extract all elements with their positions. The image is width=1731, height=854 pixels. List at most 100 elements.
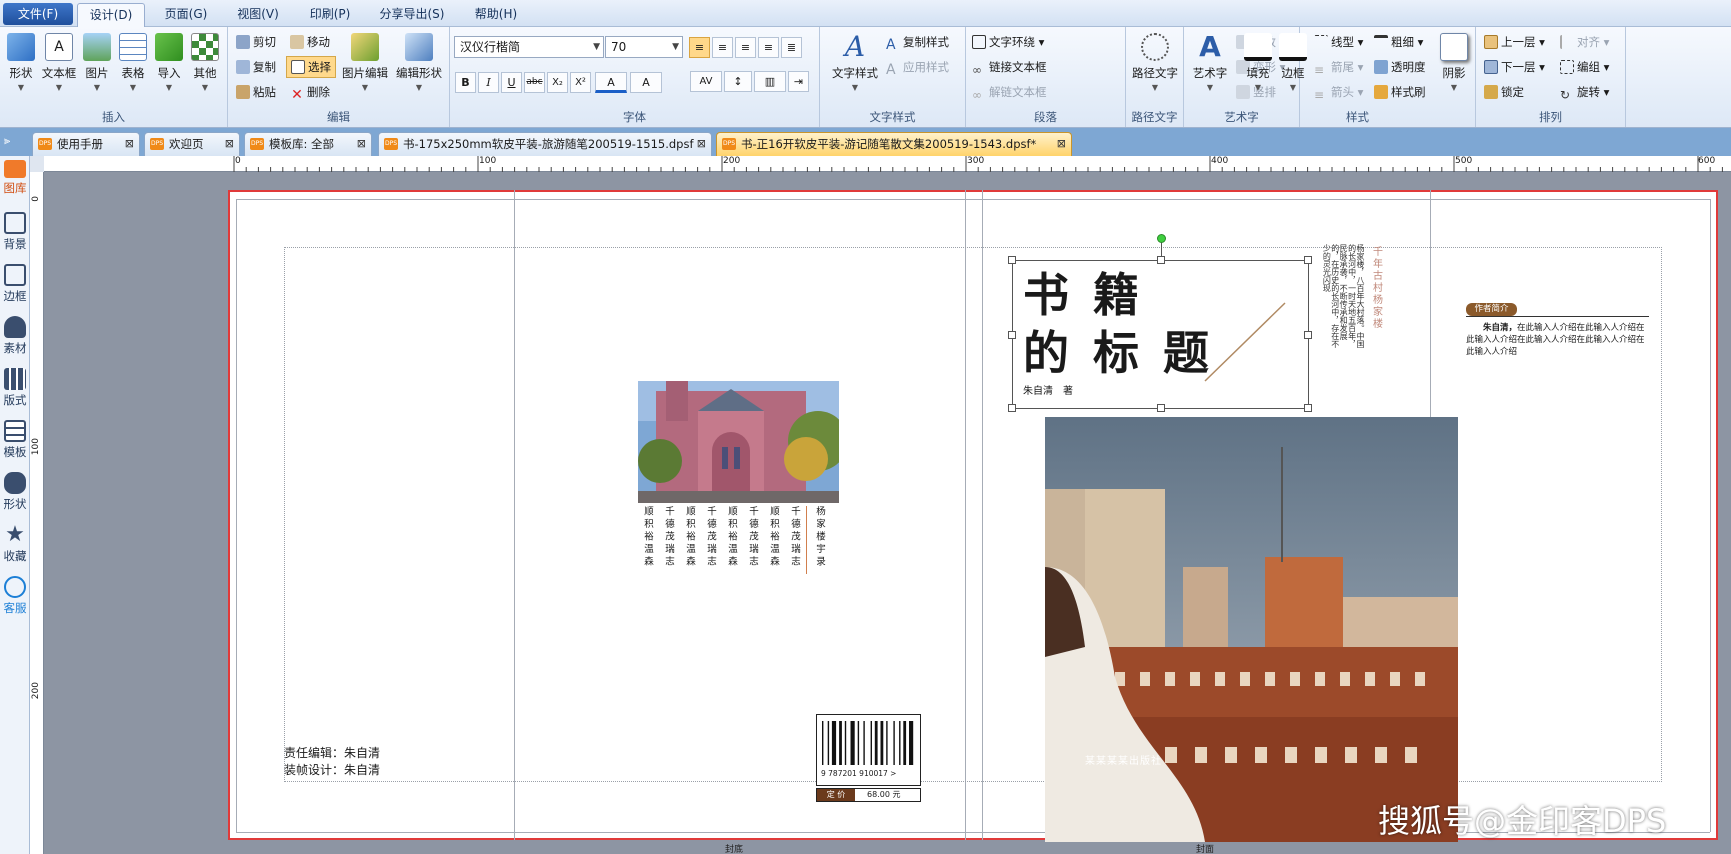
align-left-button[interactable]: ≡: [689, 37, 710, 58]
paste-button[interactable]: 粘贴: [236, 82, 276, 102]
author-intro-badge[interactable]: 作者简介: [1466, 303, 1517, 316]
menu-share[interactable]: 分享导出(S): [372, 3, 452, 25]
tab-welcome[interactable]: DPS 欢迎页 ⊠: [144, 132, 240, 156]
font-family-select[interactable]: 汉仪行楷简 ▼: [454, 36, 604, 58]
group-objects-button[interactable]: 编组 ▾: [1560, 57, 1609, 77]
other-button[interactable]: 其他 ▼: [186, 33, 224, 113]
rotate-handle[interactable]: [1157, 234, 1166, 243]
panel-gallery[interactable]: 图库: [0, 160, 30, 196]
tab-template-library[interactable]: DPS 模板库: 全部 ⊠: [244, 132, 372, 156]
close-icon[interactable]: ⊠: [1057, 133, 1066, 155]
church-photo[interactable]: [638, 381, 839, 503]
close-icon[interactable]: ⊠: [125, 133, 134, 155]
import-button[interactable]: 导入 ▼: [150, 33, 188, 113]
panel-layout[interactable]: 版式: [0, 368, 30, 408]
justify-button[interactable]: ≡: [758, 37, 779, 58]
indent-button[interactable]: ⇥: [788, 71, 809, 92]
cover-vertical-subtitle[interactable]: 千年古村杨家楼: [1370, 246, 1382, 330]
resize-handle[interactable]: [1157, 256, 1165, 264]
char-spacing-button[interactable]: AV: [690, 71, 722, 92]
line-type-button[interactable]: 线型 ▾: [1314, 32, 1363, 52]
underline-button[interactable]: U: [501, 72, 522, 93]
superscript-button[interactable]: X²: [570, 72, 591, 93]
panel-support[interactable]: 客服: [0, 576, 30, 616]
resize-handle[interactable]: [1304, 404, 1312, 412]
panel-border[interactable]: 边框: [0, 264, 30, 304]
panel-material[interactable]: 素材: [0, 316, 30, 356]
transparency-button[interactable]: 透明度: [1374, 57, 1426, 77]
rotate-button[interactable]: ↻ 旋转 ▾: [1560, 82, 1609, 102]
tab-book-essay-active[interactable]: DPS 书-正16开软皮平装-游记随笔散文集200519-1543.dpsf* ⊠: [716, 132, 1072, 156]
panel-shape[interactable]: 形状: [0, 472, 30, 512]
delete-button[interactable]: ✕ 删除: [290, 82, 330, 102]
cover-vertical-text[interactable]: 杨家楼，八百年大村落。中国的长河中，一时天地五百年，民脉承袭，不断传承和发展的，…: [1322, 244, 1365, 354]
arrow-end-button[interactable]: ≡ 箭尾 ▾: [1314, 57, 1363, 77]
italic-button[interactable]: I: [478, 72, 499, 93]
apply-style-button[interactable]: A 应用样式: [886, 57, 949, 77]
panel-background[interactable]: 背景: [0, 212, 30, 252]
price-box[interactable]: 定 价 68.00 元: [816, 788, 921, 802]
textbox-button[interactable]: A 文本框 ▼: [40, 33, 78, 113]
path-text-button[interactable]: 路径文字 ▼: [1130, 33, 1180, 113]
menu-design[interactable]: 设计(D): [77, 3, 145, 27]
select-button[interactable]: 选择: [286, 56, 336, 78]
author-intro-text[interactable]: 朱自清，在此输入人介绍在此输入人介绍在此输入人介绍在此输入人介绍在此输入人介绍在…: [1466, 322, 1652, 358]
image-button[interactable]: 图片 ▼: [78, 33, 116, 113]
panel-favorites[interactable]: ★ 收藏: [0, 524, 30, 564]
menu-page[interactable]: 页面(G): [155, 3, 217, 25]
menu-file[interactable]: 文件(F): [3, 3, 73, 25]
shadow-button[interactable]: 阴影 ▼: [1436, 33, 1472, 113]
subscript-button[interactable]: X₂: [547, 72, 568, 93]
arrow-head-button[interactable]: ≡ 箭头 ▾: [1314, 82, 1363, 102]
border-button[interactable]: 边框 ▼: [1276, 33, 1310, 113]
shape-button[interactable]: 形状 ▼: [2, 33, 40, 113]
art-text-button[interactable]: A 艺术字 ▼: [1188, 33, 1232, 113]
panel-template[interactable]: 模板: [0, 420, 30, 460]
resize-handle[interactable]: [1008, 256, 1016, 264]
tab-manual[interactable]: DPS 使用手册 ⊠: [32, 132, 140, 156]
title-textbox-selected[interactable]: 书 籍 的 标 题 朱自清 著: [1008, 234, 1312, 412]
lock-button[interactable]: 锁定: [1484, 82, 1524, 102]
menu-view[interactable]: 视图(V): [228, 3, 288, 25]
copy-style-button[interactable]: A 复制样式: [886, 32, 949, 52]
editor-credit[interactable]: 责任编辑：朱自清: [284, 744, 380, 761]
poem-block[interactable]: 顺积裕温森 千德茂瑞志 顺积裕温森 千德茂瑞志 顺积裕温森 千德茂瑞志 顺积裕温…: [640, 506, 830, 576]
distribute-button[interactable]: ≣: [781, 37, 802, 58]
resize-handle[interactable]: [1157, 404, 1165, 412]
image-edit-button[interactable]: 图片编辑 ▼: [340, 33, 390, 113]
menu-help[interactable]: 帮助(H): [466, 3, 526, 25]
cut-button[interactable]: 剪切: [236, 32, 276, 52]
align-center-button[interactable]: ≡: [712, 37, 733, 58]
link-textbox-button[interactable]: ∞ 链接文本框: [972, 57, 1047, 77]
panel-toggle-icon[interactable]: ⫸: [4, 134, 10, 148]
table-button[interactable]: 表格 ▼: [114, 33, 152, 113]
unlink-textbox-button[interactable]: ∞ 解链文本框: [972, 82, 1047, 102]
resize-handle[interactable]: [1008, 331, 1016, 339]
designer-credit[interactable]: 装帧设计：朱自清: [284, 761, 380, 778]
thickness-button[interactable]: 粗细 ▾: [1374, 32, 1423, 52]
city-photo[interactable]: 某某某某出版社: [1045, 417, 1458, 842]
strikethrough-button[interactable]: abc: [524, 72, 545, 93]
close-icon[interactable]: ⊠: [697, 133, 706, 155]
resize-handle[interactable]: [1304, 331, 1312, 339]
copy-button[interactable]: 复制: [236, 57, 276, 77]
highlight-button[interactable]: A: [630, 72, 662, 93]
line-spacing-button[interactable]: ↕: [724, 71, 752, 92]
text-wrap-button[interactable]: 文字环绕 ▾: [972, 32, 1044, 52]
tab-book-travel[interactable]: DPS 书-175x250mm软皮平装-旅游随笔200519-1515.dpsf ⊠: [378, 132, 712, 156]
text-style-button[interactable]: A 文字样式 ▼: [826, 33, 884, 113]
close-icon[interactable]: ⊠: [225, 133, 234, 155]
font-color-button[interactable]: A: [595, 72, 627, 93]
font-size-select[interactable]: 70 ▼: [605, 36, 683, 58]
menu-print[interactable]: 印刷(P): [300, 3, 360, 25]
send-backward-button[interactable]: 下一层 ▾: [1484, 57, 1545, 77]
fill-button[interactable]: 填充 ▼: [1241, 33, 1275, 113]
columns-button[interactable]: ▥: [754, 71, 786, 92]
align-button[interactable]: 对齐 ▾: [1560, 32, 1609, 52]
bring-forward-button[interactable]: 上一层 ▾: [1484, 32, 1545, 52]
close-icon[interactable]: ⊠: [357, 133, 366, 155]
align-right-button[interactable]: ≡: [735, 37, 756, 58]
style-brush-button[interactable]: 样式刷: [1374, 82, 1426, 102]
edit-shape-button[interactable]: 编辑形状 ▼: [394, 33, 444, 113]
isbn-barcode[interactable]: 9 787201 910017 >: [816, 714, 921, 786]
